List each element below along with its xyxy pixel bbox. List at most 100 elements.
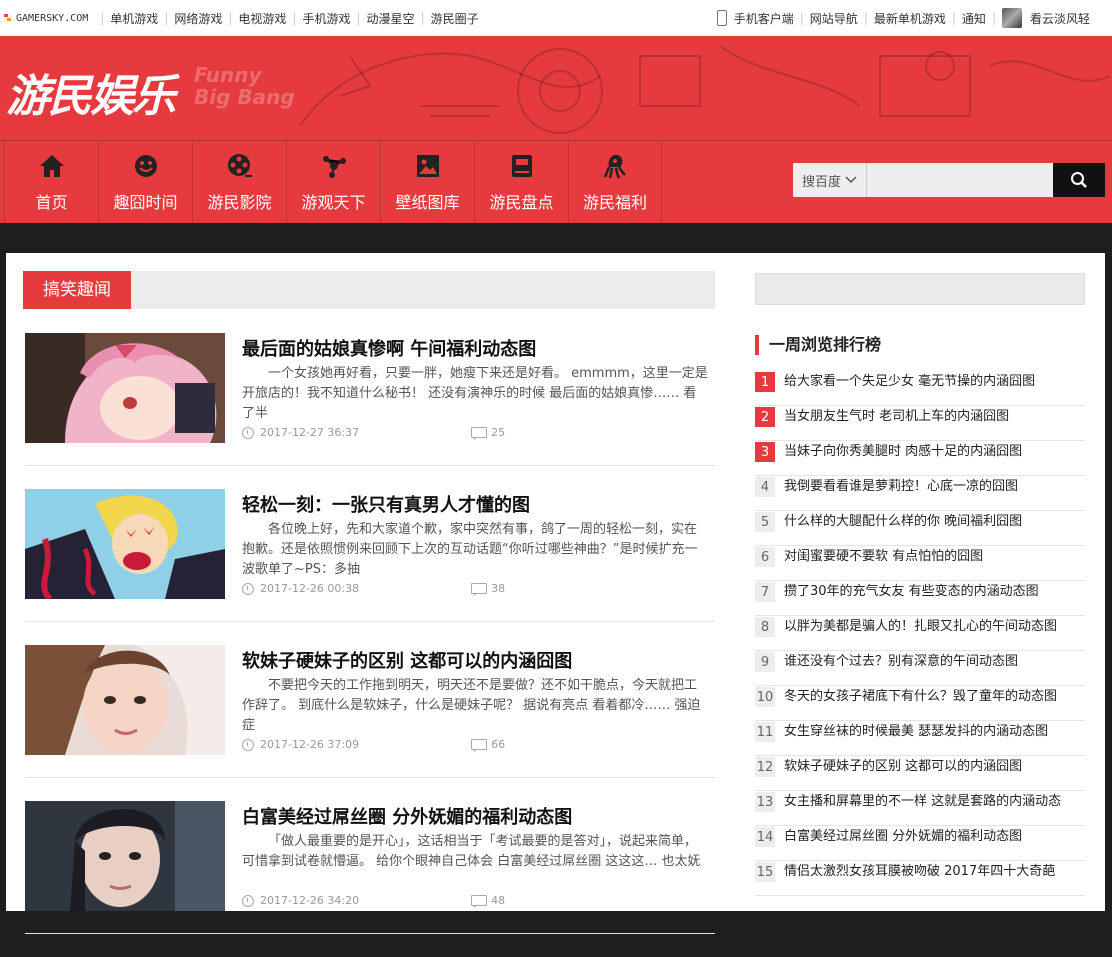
- rank-item[interactable]: 15 情侣太激烈女孩耳膜被吻破 2017年四十大奇葩: [755, 861, 1085, 896]
- rank-text[interactable]: 给大家看一个失足少女 毫无节操的内涵囧图: [784, 372, 1035, 392]
- top-link-circle[interactable]: 游民圈子: [431, 10, 479, 27]
- article-item: 最后面的姑娘真惨啊 午间福利动态图 一个女孩她再好看，只要一胖，她瘦下来还是好看…: [25, 333, 715, 466]
- home-icon: [39, 153, 65, 179]
- rank-item[interactable]: 3 当妹子向你秀美腿时 肉感十足的内涵囧图: [755, 441, 1085, 476]
- top-bar-right: 手机客户端 | 网站导航 | 最新单机游戏 | 通知 | 看云淡风轻: [716, 0, 1090, 36]
- rank-item[interactable]: 2 当女朋友生气时 老司机上车的内涵囧图: [755, 406, 1085, 441]
- rank-number: 4: [755, 477, 775, 497]
- rank-number: 5: [755, 512, 775, 532]
- sidebar-ad-placeholder: [755, 273, 1085, 305]
- article-title[interactable]: 最后面的姑娘真惨啊 午间福利动态图: [242, 335, 536, 361]
- comment-icon[interactable]: [471, 427, 488, 440]
- rank-text[interactable]: 我倒要看看谁是萝莉控！心底一凉的囧图: [784, 477, 1018, 497]
- nav-item-game-world[interactable]: 游观天下: [286, 141, 380, 223]
- comment-icon[interactable]: [471, 583, 488, 596]
- article-date: 2017-12-26 34:20: [260, 894, 360, 907]
- top-bar-left: GAMERSKY.COM | 单机游戏 | 网络游戏 | 电视游戏 | 手机游戏…: [4, 0, 479, 36]
- comment-count[interactable]: 25: [491, 426, 505, 439]
- comment-count[interactable]: 48: [491, 894, 505, 907]
- comment-icon[interactable]: [471, 895, 488, 908]
- gamersky-logo-icon[interactable]: [4, 13, 12, 23]
- comment-count[interactable]: 66: [491, 738, 505, 751]
- search-scope-select[interactable]: 搜百度: [793, 163, 867, 197]
- comment-count[interactable]: 38: [491, 582, 505, 595]
- rank-item[interactable]: 14 白富美经过屌丝圈 分外妩媚的福利动态图: [755, 826, 1085, 861]
- smile-icon: [133, 153, 159, 179]
- rank-number: 6: [755, 547, 775, 567]
- phone-icon: [716, 10, 727, 26]
- top-link-mobile-client[interactable]: 手机客户端: [734, 10, 794, 27]
- rank-text[interactable]: 软妹子硬妹子的区别 这都可以的内涵囧图: [784, 757, 1022, 777]
- rank-item[interactable]: 4 我倒要看看谁是萝莉控！心底一凉的囧图: [755, 476, 1085, 511]
- rank-number: 2: [755, 407, 775, 427]
- comment-icon[interactable]: [471, 739, 488, 752]
- article-thumbnail[interactable]: [25, 333, 225, 443]
- rank-text[interactable]: 冬天的女孩子裙底下有什么？毁了童年的动态图: [784, 687, 1057, 707]
- top-link-pc-games[interactable]: 单机游戏: [110, 10, 158, 27]
- article-title[interactable]: 轻松一刻：一张只有真男人才懂的图: [242, 491, 530, 517]
- rank-text[interactable]: 对闺蜜要硬不要软 有点怕怕的囧图: [784, 547, 983, 567]
- site-name[interactable]: GAMERSKY.COM: [16, 13, 88, 24]
- rank-item[interactable]: 13 女主播和屏幕里的不一样 这就是套路的内涵动态: [755, 791, 1085, 826]
- rank-text[interactable]: 当妹子向你秀美腿时 肉感十足的内涵囧图: [784, 442, 1022, 462]
- rank-text[interactable]: 攒了30年的充气女友 有些变态的内涵动态图: [784, 582, 1039, 602]
- rank-text[interactable]: 女生穿丝袜的时候最美 瑟瑟发抖的内涵动态图: [784, 722, 1048, 742]
- rank-item[interactable]: 9 谁还没有个过去？别有深意的午间动态图: [755, 651, 1085, 686]
- article-list: 最后面的姑娘真惨啊 午间福利动态图 一个女孩她再好看，只要一胖，她瘦下来还是好看…: [25, 333, 715, 957]
- avatar[interactable]: [1001, 8, 1022, 28]
- rank-number: 9: [755, 652, 775, 672]
- nav-item-funny-time[interactable]: 趣囧时间: [98, 141, 192, 223]
- rank-text[interactable]: 当女朋友生气时 老司机上车的内涵囧图: [784, 407, 1009, 427]
- top-link-tv-games[interactable]: 电视游戏: [238, 10, 286, 27]
- nav-item-home[interactable]: 首页: [4, 141, 98, 223]
- nav-item-cinema[interactable]: 游民影院: [192, 141, 286, 223]
- article-meta: 2017-12-26 37:09 66: [242, 738, 505, 752]
- rank-item[interactable]: 8 以胖为美都是骗人的！扎眼又扎心的午间动态图: [755, 616, 1085, 651]
- section-title[interactable]: 搞笑趣闻: [23, 271, 131, 309]
- rank-text[interactable]: 以胖为美都是骗人的！扎眼又扎心的午间动态图: [784, 617, 1057, 637]
- search-button[interactable]: [1053, 163, 1105, 197]
- rank-list: 1 给大家看一个失足少女 毫无节操的内涵囧图 2 当女朋友生气时 老司机上车的内涵囧…: [755, 371, 1085, 896]
- rank-item[interactable]: 5 什么样的大腿配什么样的你 晚间福利囧图: [755, 511, 1085, 546]
- article-title[interactable]: 软妹子硬妹子的区别 这都可以的内涵囧图: [242, 647, 572, 673]
- username[interactable]: 看云淡风轻: [1030, 10, 1090, 27]
- top-link-site-nav[interactable]: 网站导航: [810, 10, 858, 27]
- rank-text[interactable]: 情侣太激烈女孩耳膜被吻破 2017年四十大奇葩: [784, 862, 1055, 882]
- rank-item[interactable]: 10 冬天的女孩子裙底下有什么？毁了童年的动态图: [755, 686, 1085, 721]
- rank-item[interactable]: 11 女生穿丝袜的时候最美 瑟瑟发抖的内涵动态图: [755, 721, 1085, 756]
- rank-text[interactable]: 什么样的大腿配什么样的你 晚间福利囧图: [784, 512, 1022, 532]
- top-link-online-games[interactable]: 网络游戏: [174, 10, 222, 27]
- article-title[interactable]: 白富美经过屌丝圈 分外妩媚的福利动态图: [242, 803, 572, 829]
- article-summary: 各位晚上好，先和大家道个歉，家中突然有事，鸽了一周的轻松一刻，实在抱歉。还是依照…: [242, 522, 698, 577]
- rank-item[interactable]: 6 对闺蜜要硬不要软 有点怕怕的囧图: [755, 546, 1085, 581]
- article-thumbnail[interactable]: [25, 801, 225, 911]
- nav-item-welfare[interactable]: 游民福利: [568, 141, 662, 223]
- section-header: 搞笑趣闻: [23, 271, 715, 309]
- rank-number: 8: [755, 617, 775, 637]
- rank-item[interactable]: 12 软妹子硬妹子的区别 这都可以的内涵囧图: [755, 756, 1085, 791]
- top-link-new-pc-games[interactable]: 最新单机游戏: [874, 10, 946, 27]
- rank-text[interactable]: 女主播和屏幕里的不一样 这就是套路的内涵动态: [784, 792, 1061, 812]
- nav-item-inventory[interactable]: 游民盘点: [474, 141, 568, 223]
- main-nav: 首页 趣囧时间 游民影院 游观天下 壁纸图库 游民盘点 游民福利: [4, 141, 662, 223]
- article-thumbnail[interactable]: [25, 489, 225, 599]
- search-input[interactable]: [867, 163, 1053, 197]
- brand-logo[interactable]: 游民娱乐: [6, 60, 176, 124]
- rank-title: 一周浏览排行榜: [755, 335, 881, 355]
- rank-number: 14: [755, 827, 775, 847]
- rank-number: 13: [755, 792, 775, 812]
- picture-icon: [415, 153, 441, 179]
- top-link-notifications[interactable]: 通知: [962, 10, 986, 27]
- article-thumbnail[interactable]: [25, 645, 225, 755]
- nav-item-wallpaper[interactable]: 壁纸图库: [380, 141, 474, 223]
- rank-item[interactable]: 1 给大家看一个失足少女 毫无节操的内涵囧图: [755, 371, 1085, 406]
- clock-icon: [242, 582, 254, 595]
- clock-icon: [242, 738, 254, 751]
- molecule-icon: [321, 153, 347, 179]
- rank-text[interactable]: 白富美经过屌丝圈 分外妩媚的福利动态图: [784, 827, 1022, 847]
- rank-text[interactable]: 谁还没有个过去？别有深意的午间动态图: [784, 652, 1018, 672]
- article-date: 2017-12-27 36:37: [260, 426, 360, 439]
- top-link-anime[interactable]: 动漫星空: [367, 10, 415, 27]
- rank-item[interactable]: 7 攒了30年的充气女友 有些变态的内涵动态图: [755, 581, 1085, 616]
- top-link-mobile-games[interactable]: 手机游戏: [302, 10, 350, 27]
